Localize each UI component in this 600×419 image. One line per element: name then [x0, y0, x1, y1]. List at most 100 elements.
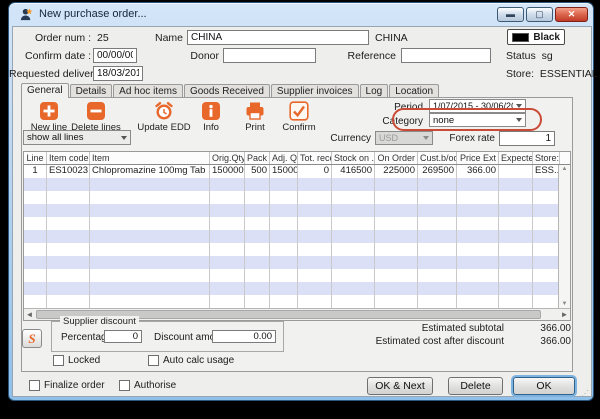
table-cell: ESS...: [533, 165, 560, 178]
tab-log[interactable]: Log: [360, 84, 389, 98]
confirm-date-input[interactable]: [93, 48, 137, 63]
name-input[interactable]: [187, 30, 369, 45]
minimize-button[interactable]: ▬: [497, 7, 524, 22]
line-color-button[interactable]: Black: [507, 29, 565, 45]
table-cell: [418, 256, 457, 269]
column-header[interactable]: On Order: [375, 152, 418, 164]
tab-general[interactable]: General: [21, 83, 69, 98]
column-header[interactable]: Orig.Qty: [210, 152, 245, 164]
delete-button[interactable]: Delete: [448, 377, 503, 395]
table-cell: [47, 243, 90, 256]
column-header[interactable]: Pack: [245, 152, 270, 164]
tab-goods-received[interactable]: Goods Received: [184, 84, 270, 98]
column-header[interactable]: Store:: [533, 152, 560, 164]
supplier-discount-button[interactable]: S: [22, 329, 42, 348]
forex-rate-input[interactable]: [499, 131, 555, 146]
print-button[interactable]: Print: [235, 101, 275, 133]
new-line-button[interactable]: New line: [27, 101, 71, 133]
scroll-down-icon[interactable]: ▼: [559, 301, 570, 307]
table-cell: [245, 191, 270, 204]
table-row-empty[interactable]: [24, 204, 570, 217]
table-cell: [298, 269, 332, 282]
table-cell: [245, 204, 270, 217]
table-row-empty[interactable]: [24, 256, 570, 269]
forex-rate-label: Forex rate: [445, 133, 495, 144]
table-cell: [499, 256, 533, 269]
table-cell: [375, 256, 418, 269]
scroll-right-icon[interactable]: ►: [559, 309, 570, 320]
tab-supplier-invoices[interactable]: Supplier invoices: [271, 84, 359, 98]
authorise-checkbox[interactable]: Authorise: [119, 380, 176, 391]
tab-ad-hoc-items[interactable]: Ad hoc items: [113, 84, 183, 98]
currency-label: Currency: [321, 133, 371, 144]
table-row-empty[interactable]: [24, 178, 570, 191]
ok-button[interactable]: OK: [513, 377, 575, 395]
line-filter-dropdown[interactable]: show all lines: [23, 130, 131, 145]
table-cell: [499, 191, 533, 204]
column-header[interactable]: Item code: [47, 152, 90, 164]
table-cell: [457, 217, 499, 230]
percentage-input[interactable]: [104, 330, 142, 343]
delete-lines-button[interactable]: Delete lines: [71, 101, 121, 133]
table-cell: [375, 217, 418, 230]
table-row-empty[interactable]: [24, 269, 570, 282]
table-cell: [210, 204, 245, 217]
resize-grip[interactable]: ⋰: [581, 389, 590, 398]
reference-label: Reference: [319, 50, 396, 62]
table-row[interactable]: 1ES10023Chlopromazine 100mg Tab150000500…: [24, 165, 570, 178]
table-cell: [210, 269, 245, 282]
maximize-button[interactable]: ▢: [526, 7, 553, 22]
table-cell: [90, 295, 210, 308]
ok-next-button[interactable]: OK & Next: [367, 377, 433, 395]
locked-checkbox[interactable]: Locked: [53, 355, 100, 366]
close-button[interactable]: ✕: [555, 7, 588, 22]
reference-input[interactable]: [401, 48, 491, 63]
table-cell: [418, 191, 457, 204]
finalize-order-checkbox[interactable]: Finalize order: [29, 380, 105, 391]
table-cell: [375, 230, 418, 243]
requested-delivery-input[interactable]: [93, 66, 143, 81]
auto-calc-usage-checkbox[interactable]: Auto calc usage: [148, 355, 234, 366]
scroll-up-icon[interactable]: ▲: [559, 166, 570, 172]
vertical-scrollbar[interactable]: ▲ ▼: [558, 165, 570, 308]
title-bar[interactable]: New purchase order... ▬ ▢ ✕: [9, 3, 593, 26]
store-line: Store: ESSENTIAL: [506, 68, 598, 80]
table-row-empty[interactable]: [24, 243, 570, 256]
requested-delivery-label: Requested delivery:: [9, 68, 91, 80]
category-dropdown[interactable]: none: [429, 113, 526, 127]
column-header[interactable]: Tot. recei...: [298, 152, 332, 164]
table-cell: [533, 217, 560, 230]
tab-details[interactable]: Details: [70, 84, 113, 98]
table-cell: [375, 243, 418, 256]
table-cell: [270, 243, 298, 256]
table-row-empty[interactable]: [24, 282, 570, 295]
discount-amount-input[interactable]: [212, 330, 276, 343]
column-header[interactable]: Price Ext: [457, 152, 499, 164]
column-header[interactable]: Line: [24, 152, 47, 164]
column-header[interactable]: Cust.b/odrs: [418, 152, 457, 164]
table-cell: [210, 230, 245, 243]
table-row-empty[interactable]: [24, 295, 570, 308]
update-edd-button[interactable]: Update EDD: [135, 101, 193, 133]
table-cell: [418, 178, 457, 191]
scroll-left-icon[interactable]: ◄: [24, 309, 35, 320]
table-row-empty[interactable]: [24, 230, 570, 243]
table-cell: [47, 191, 90, 204]
column-header[interactable]: Item: [90, 152, 210, 164]
table-body: 1ES10023Chlopromazine 100mg Tab150000500…: [24, 165, 570, 308]
table-cell: [533, 243, 560, 256]
info-button[interactable]: Info: [191, 101, 231, 133]
table-cell: [270, 230, 298, 243]
column-header[interactable]: Adj. Qty: [270, 152, 298, 164]
tab-location[interactable]: Location: [389, 84, 439, 98]
donor-input[interactable]: [223, 48, 316, 63]
table-cell: [298, 191, 332, 204]
table-row-empty[interactable]: [24, 191, 570, 204]
table-row-empty[interactable]: [24, 217, 570, 230]
table-cell: [90, 256, 210, 269]
column-header[interactable]: Expected...: [499, 152, 533, 164]
period-dropdown[interactable]: 1/07/2015 - 30/06/20...: [429, 99, 526, 113]
plus-icon: [39, 101, 59, 121]
confirm-button[interactable]: Confirm: [277, 101, 321, 133]
column-header[interactable]: Stock on ...: [332, 152, 375, 164]
